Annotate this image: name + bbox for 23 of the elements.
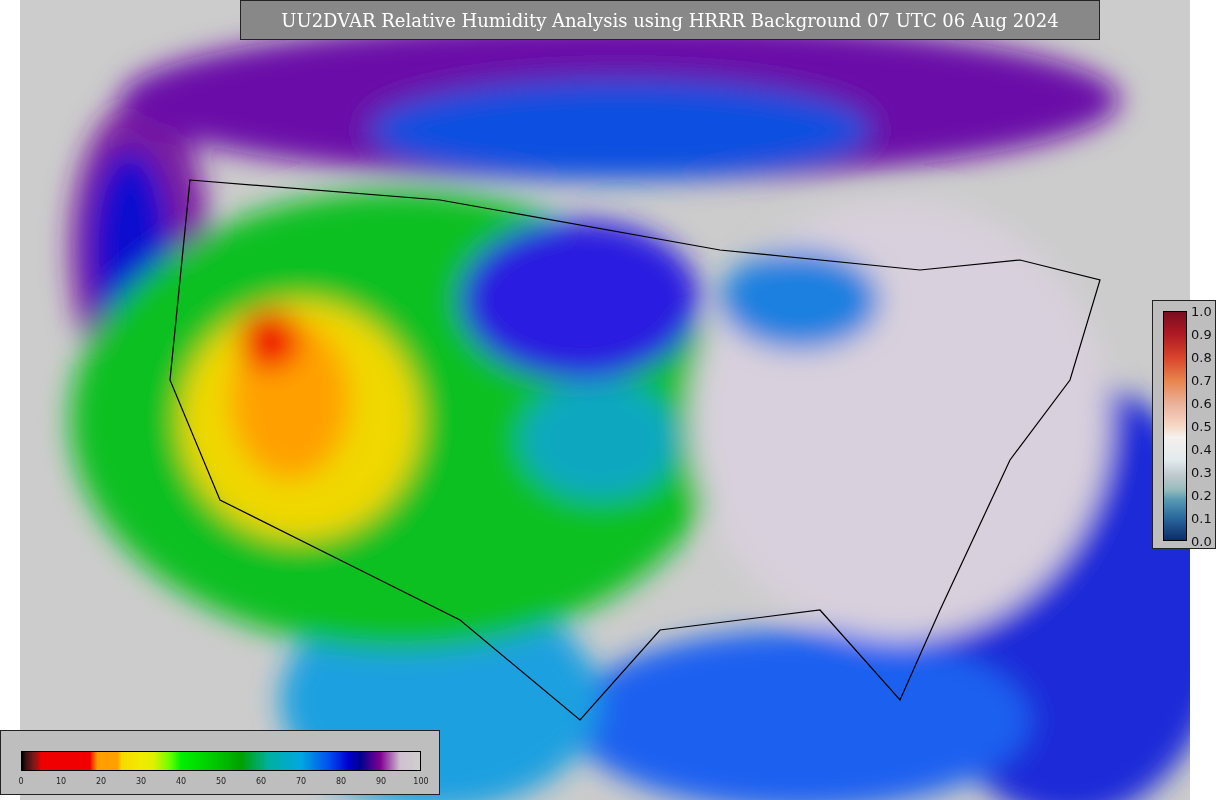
colorbar-tick-label: 90 xyxy=(375,777,387,786)
colorbar-tick-label: 20 xyxy=(95,777,107,786)
colorbar-tick-label: 0 xyxy=(18,777,24,786)
colorbar-tick-label: 10 xyxy=(55,777,67,786)
colorbar-tick-label: 0.0 xyxy=(1191,533,1212,549)
colorbar-tick-label: 40 xyxy=(175,777,187,786)
colorbar-tick-label: 0.7 xyxy=(1191,372,1212,388)
colorbar-tick-label: 60 xyxy=(255,777,267,786)
colorbar-tick-label: 30 xyxy=(135,777,147,786)
colorbar-tick-label: 0.6 xyxy=(1191,395,1212,411)
colorbar-tick-label: 70 xyxy=(295,777,307,786)
map-title: UU2DVAR Relative Humidity Analysis using HRRR Background 07 UTC 06 Aug 2024 xyxy=(240,0,1100,40)
colorbar-tick-label: 0.2 xyxy=(1191,487,1212,503)
colorbar-tick-label: 0.8 xyxy=(1191,349,1212,365)
colorbar-tick-label: 0.3 xyxy=(1191,464,1212,480)
colorbar-tick-label: 0.9 xyxy=(1191,326,1212,342)
colorbar-tick-label: 100 xyxy=(413,777,429,786)
colorbar-tick-label: 0.4 xyxy=(1191,441,1212,457)
colorbar-tick-label: 80 xyxy=(335,777,347,786)
colorbar-tick-label: 0.5 xyxy=(1191,418,1212,434)
colorbar-tick-label: 0.1 xyxy=(1191,510,1212,526)
colorbar-tick-label: 1.0 xyxy=(1191,303,1212,319)
colorbar-tick-label: 50 xyxy=(215,777,227,786)
